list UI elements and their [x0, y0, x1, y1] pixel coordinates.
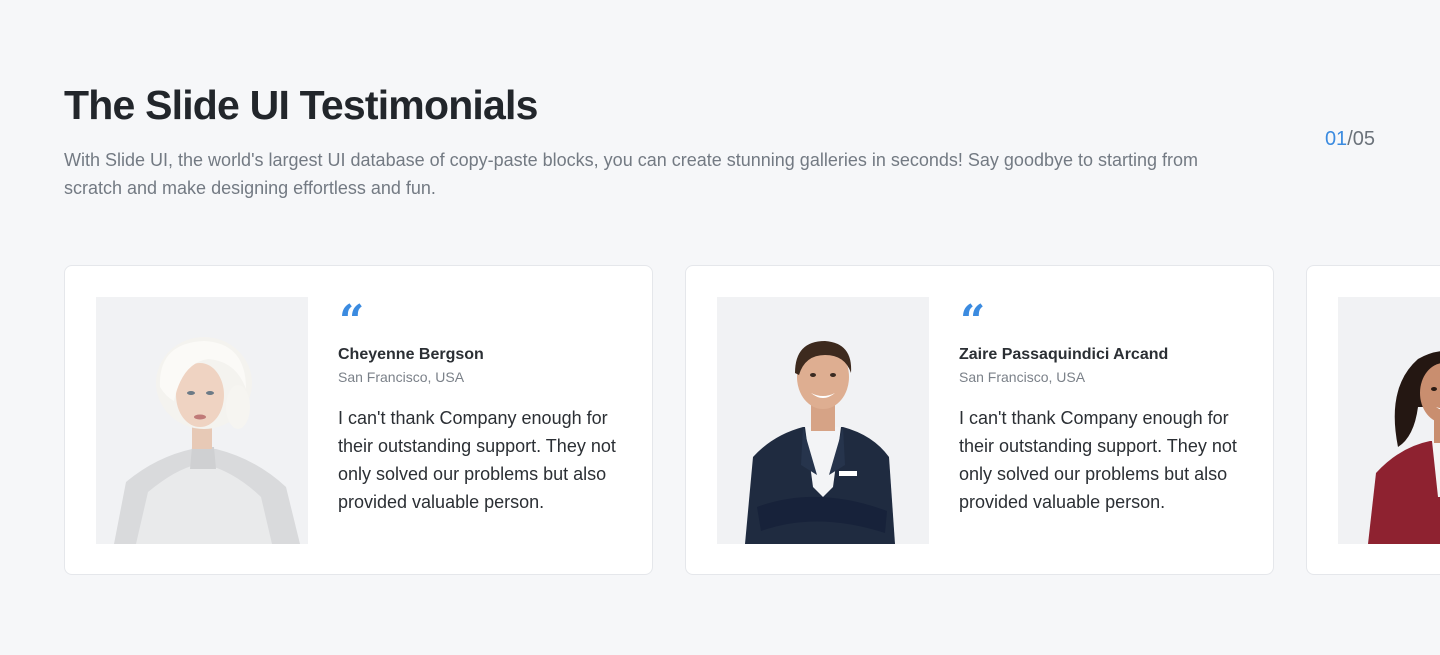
testimonial-location: San Francisco, USA	[959, 369, 1086, 385]
testimonial-photo	[717, 297, 929, 544]
quote-icon: “	[339, 296, 365, 347]
slide-counter-total: 05	[1352, 128, 1375, 150]
testimonial-card[interactable]: “	[1306, 265, 1440, 575]
section-title: The Slide UI Testimonials	[64, 82, 538, 128]
slide-counter-current: 01	[1324, 128, 1348, 150]
testimonial-text: I can't thank Company enough for their o…	[959, 408, 1237, 512]
testimonial-location: San Francisco, USA	[338, 369, 465, 385]
quote-icon: “	[960, 296, 986, 347]
testimonials-section: The Slide UI Testimonials With Slide UI,…	[0, 0, 1440, 655]
testimonial-photo	[96, 297, 308, 544]
testimonial-text: I can't thank Company enough for their o…	[338, 408, 616, 512]
testimonial-photo	[1338, 297, 1440, 544]
slide-counter: 01/05	[1325, 128, 1375, 151]
man-navy-suit-portrait-icon	[717, 297, 929, 544]
testimonial-carousel[interactable]: “ Cheyenne Bergson San Francisco, USA I …	[64, 265, 1440, 575]
testimonial-name: Cheyenne Bergson	[338, 346, 484, 363]
section-subtitle: With Slide UI, the world's largest UI da…	[64, 150, 1199, 198]
woman-red-blazer-portrait-icon	[1338, 297, 1440, 544]
testimonial-name: Zaire Passaquindici Arcand	[959, 346, 1169, 363]
woman-white-hair-portrait-icon	[96, 297, 308, 544]
testimonial-card[interactable]: “ Zaire Passaquindici Arcand San Francis…	[685, 265, 1274, 575]
testimonial-card[interactable]: “ Cheyenne Bergson San Francisco, USA I …	[64, 265, 653, 575]
